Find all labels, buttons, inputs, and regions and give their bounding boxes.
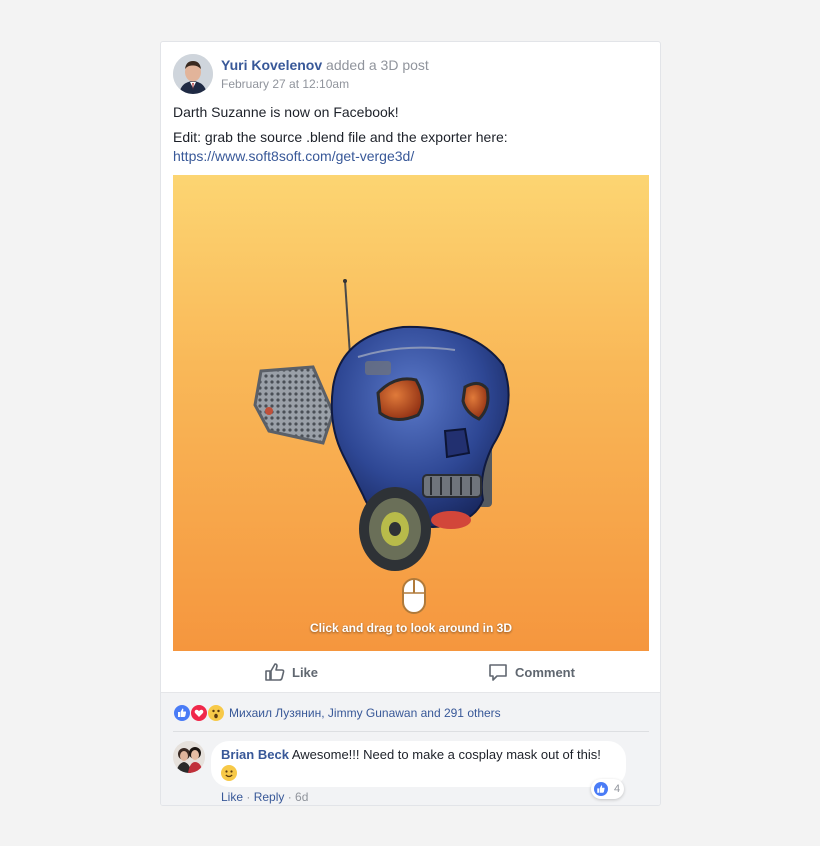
- author-avatar[interactable]: [173, 54, 213, 94]
- comments-section: Михаил Лузянин, Jimmy Gunawan and 291 ot…: [161, 692, 660, 805]
- comment-like-count[interactable]: 4: [591, 779, 624, 799]
- 3d-hint-text: Click and drag to look around in 3D: [309, 621, 513, 635]
- like-button[interactable]: Like: [265, 661, 318, 683]
- 3d-viewer[interactable]: Click and drag to look around in 3D: [173, 175, 649, 651]
- comment-reply-link[interactable]: Reply: [254, 790, 285, 804]
- thumbs-up-icon: [265, 663, 285, 681]
- post-text-line: Darth Suzanne is now on Facebook!: [173, 104, 399, 120]
- comment-author[interactable]: Brian Beck: [221, 747, 289, 762]
- author-action: added a 3D post: [326, 57, 429, 73]
- robot-mask-model: [253, 279, 510, 614]
- post-text-line: Edit: grab the source .blend file and th…: [173, 129, 508, 145]
- separator: ·: [243, 790, 254, 804]
- author-name[interactable]: Yuri Kovelenov: [221, 57, 322, 73]
- like-label: Like: [292, 664, 319, 680]
- post-header: Yuri Kovelenov added a 3D post February …: [173, 54, 643, 96]
- divider: [173, 731, 649, 732]
- comment-button[interactable]: Comment: [488, 661, 575, 683]
- like-icon: [173, 704, 191, 722]
- comment-text: Awesome!!! Need to make a cosplay mask o…: [291, 747, 601, 762]
- separator: ·: [284, 790, 296, 804]
- wow-icon: [207, 704, 225, 722]
- post-card: Yuri Kovelenov added a 3D post February …: [160, 41, 661, 806]
- like-icon: [594, 782, 608, 796]
- comment-actions: Like · Reply · 6d: [221, 790, 308, 804]
- comment-label: Comment: [515, 664, 575, 680]
- post-link[interactable]: https://www.soft8soft.com/get-verge3d/: [173, 148, 414, 164]
- post-body: Darth Suzanne is now on Facebook! Edit: …: [173, 103, 643, 166]
- comment-bubble: Brian Beck Awesome!!! Need to make a cos…: [211, 741, 626, 787]
- reactions-summary[interactable]: Михаил Лузянин, Jimmy Gunawan and 291 ot…: [173, 704, 501, 722]
- mouse-drag-icon: [402, 578, 426, 614]
- like-count-value: 4: [614, 783, 621, 795]
- love-icon: [190, 704, 208, 722]
- post-timestamp[interactable]: February 27 at 12:10am: [221, 77, 349, 91]
- reaction-names[interactable]: Михаил Лузянин, Jimmy Gunawan and 291 ot…: [229, 706, 501, 720]
- comment-like-link[interactable]: Like: [221, 790, 243, 804]
- commenter-avatar[interactable]: [173, 741, 205, 773]
- author-line: Yuri Kovelenov added a 3D post: [221, 57, 429, 73]
- slightly-smiling-face-icon: [221, 765, 237, 781]
- post-actions: Like Comment: [161, 653, 660, 691]
- speech-bubble-icon: [489, 664, 507, 681]
- comment-time[interactable]: 6d: [295, 790, 308, 804]
